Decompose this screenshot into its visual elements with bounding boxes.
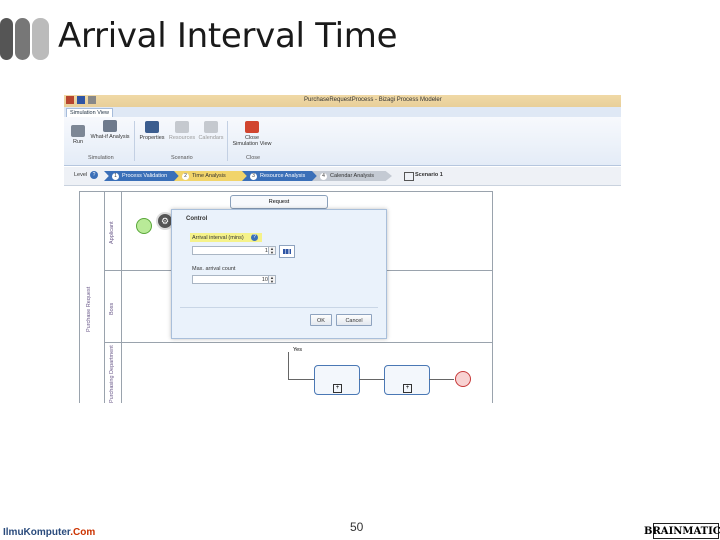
step-time-analysis[interactable]: 2 Time Analysis bbox=[174, 171, 252, 181]
run-icon bbox=[71, 125, 85, 137]
title-decoration-bar-1 bbox=[0, 18, 13, 60]
lane-boss: Boss bbox=[104, 271, 122, 343]
step-number: 4 bbox=[320, 172, 327, 180]
help-icon[interactable]: ? bbox=[251, 234, 258, 241]
diagram-canvas[interactable]: Purchase Request Applicant Boss Purchasi… bbox=[64, 186, 621, 403]
level-bar: Level ? 1 Process Validation 2 Time Anal… bbox=[64, 167, 621, 186]
scenario-group-label: Scenario bbox=[171, 155, 193, 161]
help-icon[interactable]: ? bbox=[90, 171, 98, 179]
footer-site-name: IlmuKomputer bbox=[3, 527, 71, 538]
subprocess-task[interactable]: + bbox=[314, 365, 360, 395]
dialog-divider bbox=[180, 307, 378, 308]
control-dialog: Control Arrival interval (mins) ? 10 ▲▼ … bbox=[171, 209, 387, 339]
what-if-icon bbox=[103, 120, 117, 132]
arrival-interval-spinner[interactable]: ▲ ▼ bbox=[268, 246, 276, 255]
simulation-group-label: Simulation bbox=[88, 155, 114, 161]
slide-title: Arrival Interval Time bbox=[58, 16, 398, 56]
title-decoration-bar-3 bbox=[32, 18, 49, 60]
sequence-flow bbox=[429, 379, 454, 380]
brand-logo: BRAINMATICS bbox=[644, 523, 720, 539]
ribbon: Run What-if Analysis Simulation Properti… bbox=[64, 117, 621, 166]
step-number: 3 bbox=[250, 172, 257, 180]
ribbon-tabs: Simulation View bbox=[64, 107, 621, 118]
close-group-label: Close bbox=[246, 155, 261, 161]
footer-site-suffix: .Com bbox=[70, 527, 96, 538]
end-event[interactable] bbox=[455, 371, 471, 387]
window-titlebar: PurchaseRequestProcess - Bizagi Process … bbox=[64, 95, 621, 107]
task-request[interactable]: Request bbox=[230, 195, 328, 209]
quick-access-toolbar bbox=[66, 96, 102, 105]
step-process-validation[interactable]: 1 Process Validation bbox=[104, 171, 184, 181]
step-label: Calendar Analysis bbox=[330, 173, 375, 179]
dropdown-icon[interactable] bbox=[88, 96, 96, 104]
title-decoration-bar-2 bbox=[15, 18, 30, 60]
run-label: Run bbox=[72, 139, 84, 145]
step-number: 2 bbox=[182, 172, 189, 180]
max-arrival-label: Max. arrival count bbox=[192, 266, 236, 272]
expand-icon[interactable]: + bbox=[333, 384, 342, 393]
lane-applicant: Applicant bbox=[104, 192, 122, 271]
calendars-icon bbox=[204, 121, 218, 133]
max-arrival-field[interactable]: 100 bbox=[192, 275, 276, 284]
pool-label: Purchase Request bbox=[86, 286, 92, 332]
step-calendar-analysis[interactable]: 4 Calendar Analysis bbox=[312, 171, 392, 181]
pool-header: Purchase Request bbox=[80, 192, 105, 403]
properties-button[interactable]: Properties bbox=[137, 121, 167, 141]
arrival-interval-label: Arrival interval (mins) bbox=[192, 235, 244, 241]
gateway-label: Yes bbox=[293, 347, 302, 353]
close-icon bbox=[245, 121, 259, 133]
cancel-button[interactable]: Cancel bbox=[336, 314, 372, 326]
sequence-flow bbox=[359, 379, 384, 380]
resources-button[interactable]: Resources bbox=[168, 121, 196, 141]
resources-label: Resources bbox=[168, 135, 196, 141]
step-label: Process Validation bbox=[122, 173, 168, 179]
chart-icon bbox=[283, 249, 291, 254]
level-label: Level bbox=[74, 172, 88, 178]
save-icon[interactable] bbox=[77, 96, 85, 104]
step-number: 1 bbox=[112, 172, 119, 180]
calendars-label: Calendars bbox=[198, 135, 224, 141]
start-event[interactable] bbox=[136, 218, 152, 234]
lane-purchasing-department: Purchasing Department bbox=[104, 343, 122, 403]
page-number: 50 bbox=[350, 520, 364, 534]
bizagi-window: PurchaseRequestProcess - Bizagi Process … bbox=[64, 95, 621, 403]
close-sublabel: Simulation View bbox=[232, 141, 272, 147]
ribbon-separator bbox=[134, 121, 135, 161]
scenario-label[interactable]: Scenario 1 bbox=[415, 172, 443, 178]
lane-divider bbox=[121, 342, 492, 343]
step-label: Resource Analysis bbox=[260, 173, 306, 179]
lane-label: Purchasing Department bbox=[109, 345, 115, 403]
distribution-button[interactable] bbox=[279, 245, 295, 258]
ok-button[interactable]: OK bbox=[310, 314, 332, 326]
task-label: Request bbox=[268, 199, 290, 205]
arrival-interval-field[interactable]: 10 bbox=[192, 246, 276, 255]
subprocess-task[interactable]: + bbox=[384, 365, 430, 395]
close-simulation-view-button[interactable]: Close Simulation View bbox=[230, 121, 274, 147]
lane-label: Boss bbox=[109, 302, 115, 315]
ribbon-separator bbox=[227, 121, 228, 161]
properties-label: Properties bbox=[139, 135, 165, 141]
max-arrival-spinner[interactable]: ▲ ▼ bbox=[268, 275, 276, 284]
what-if-label: What-if Analysis bbox=[90, 134, 130, 140]
dialog-title: Control bbox=[186, 216, 208, 222]
sequence-flow bbox=[288, 352, 289, 380]
what-if-analysis-button[interactable]: What-if Analysis bbox=[89, 120, 131, 140]
calendars-button[interactable]: Calendars bbox=[197, 121, 225, 141]
resources-icon bbox=[175, 121, 189, 133]
step-label: Time Analysis bbox=[192, 173, 226, 179]
step-resource-analysis[interactable]: 3 Resource Analysis bbox=[242, 171, 322, 181]
sequence-flow bbox=[288, 379, 314, 380]
window-title: PurchaseRequestProcess - Bizagi Process … bbox=[304, 97, 442, 103]
scenario-icon bbox=[404, 172, 414, 181]
run-button[interactable]: Run bbox=[70, 125, 86, 145]
app-logo-icon bbox=[66, 96, 74, 104]
lane-label: Applicant bbox=[109, 221, 115, 244]
expand-icon[interactable]: + bbox=[403, 384, 412, 393]
footer-site-logo: IlmuKomputer.Com bbox=[3, 527, 95, 538]
properties-icon bbox=[145, 121, 159, 133]
